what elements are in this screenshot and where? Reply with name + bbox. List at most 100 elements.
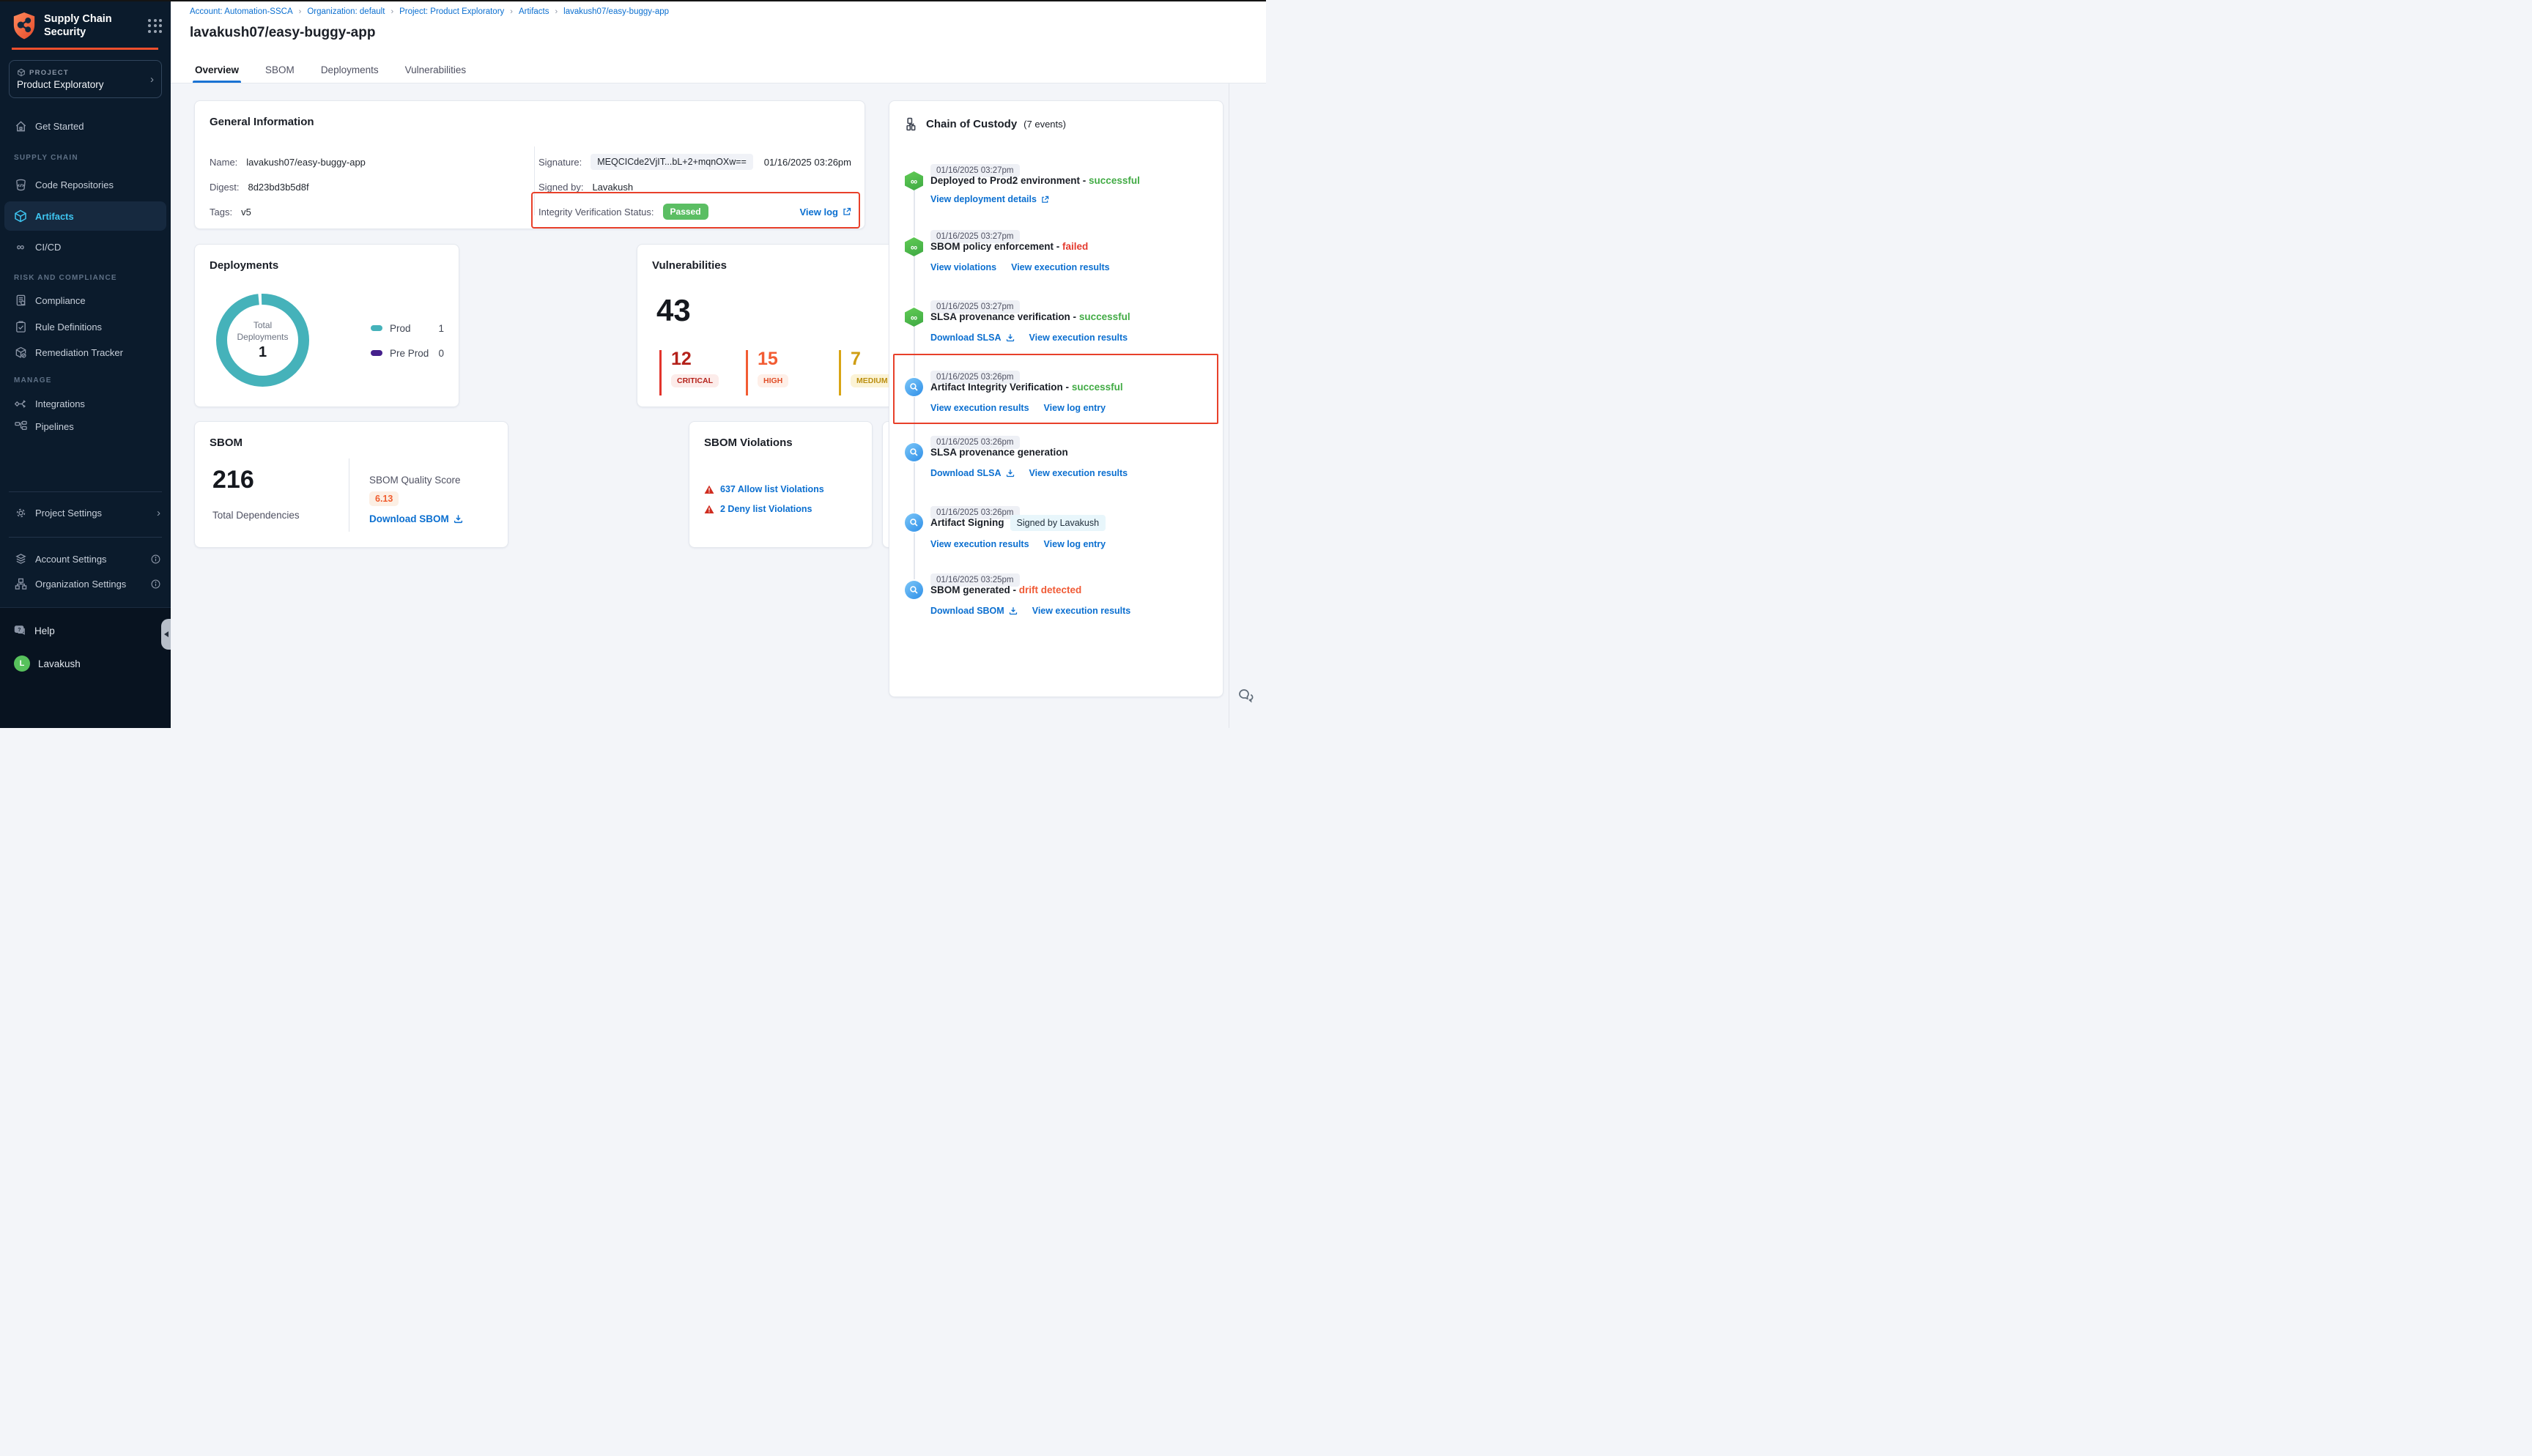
collapse-arrow-icon	[164, 631, 169, 637]
view-execution-results-link[interactable]: View execution results	[1029, 333, 1128, 343]
breadcrumb-link-organization[interactable]: Organization: default	[307, 7, 385, 16]
download-icon	[1006, 469, 1015, 478]
event-links: View execution results View log entry	[930, 539, 1106, 549]
tab-overview[interactable]: Overview	[193, 56, 241, 83]
chain-of-custody-icon	[906, 117, 919, 131]
pipeline-event-icon: ∞	[905, 171, 923, 190]
chat-support-button[interactable]	[1237, 684, 1259, 706]
project-name: Product Exploratory	[17, 79, 150, 90]
project-selector[interactable]: PROJECT Product Exploratory ›	[9, 60, 162, 98]
deny-list-violations-link[interactable]: 2 Deny list Violations	[720, 504, 812, 514]
sidebar-item-compliance[interactable]: Compliance	[0, 288, 171, 313]
sidebar: Supply Chain Security PROJECT Product Ex…	[0, 0, 171, 728]
view-execution-results-link[interactable]: View execution results	[930, 539, 1029, 549]
signature-value: MEQCICde2VjIT...bL+2+mqnOXw==	[591, 154, 753, 170]
download-slsa-link[interactable]: Download SLSA	[930, 468, 1015, 478]
sidebar-item-integrations[interactable]: Integrations	[0, 391, 171, 416]
scan-event-icon	[905, 581, 923, 600]
help-button[interactable]: ? Help	[0, 618, 171, 643]
event-links: Download SLSA View execution results	[930, 468, 1128, 478]
tab-deployments[interactable]: Deployments	[319, 56, 381, 83]
chain-of-custody-card: Chain of Custody (7 events) 01/16/2025 0…	[889, 100, 1224, 697]
logo-row: Supply Chain Security	[12, 12, 162, 40]
breadcrumb-link-artifacts[interactable]: Artifacts	[519, 7, 549, 16]
general-info-right: Signature: MEQCICde2VjIT...bL+2+mqnOXw==…	[538, 149, 851, 224]
tab-vulnerabilities[interactable]: Vulnerabilities	[403, 56, 469, 83]
sidebar-item-label: Get Started	[35, 121, 84, 132]
info-icon[interactable]	[151, 579, 160, 589]
view-log-entry-link[interactable]: View log entry	[1044, 403, 1106, 413]
timeline-connector	[914, 190, 915, 236]
brand-accent-divider	[12, 48, 158, 50]
preprod-swatch	[371, 350, 382, 356]
view-deployment-details-link[interactable]: View deployment details	[930, 194, 1049, 204]
download-sbom-link[interactable]: Download SBOM	[369, 513, 463, 524]
vulnerabilities-total: 43	[656, 293, 691, 328]
integrity-status-label: Integrity Verification Status:	[538, 207, 654, 218]
sidebar-item-rule-definitions[interactable]: Rule Definitions	[0, 314, 171, 339]
sidebar-item-cicd[interactable]: ∞ CI/CD	[0, 234, 171, 259]
download-slsa-link[interactable]: Download SLSA	[930, 333, 1015, 343]
svg-text:?: ?	[18, 626, 21, 632]
sidebar-item-remediation-tracker[interactable]: Remediation Tracker	[0, 340, 171, 365]
sidebar-item-organization-settings[interactable]: Organization Settings	[0, 571, 171, 596]
section-risk-and-compliance: RISK AND COMPLIANCE	[14, 274, 117, 282]
sidebar-item-code-repositories[interactable]: Code Repositories	[0, 172, 171, 197]
chevron-right-icon: ›	[150, 73, 154, 86]
sidebar-item-account-settings[interactable]: Account Settings	[0, 546, 171, 571]
digest-label: Digest:	[210, 182, 239, 193]
sidebar-item-label: CI/CD	[35, 242, 61, 253]
sidebar-footer: ? Help L Lavakush	[0, 607, 171, 728]
sidebar-item-label: Rule Definitions	[35, 322, 102, 333]
scan-event-icon	[905, 378, 923, 397]
section-supply-chain: SUPPLY CHAIN	[14, 154, 78, 162]
info-icon[interactable]	[151, 554, 160, 564]
sidebar-collapse-handle[interactable]	[161, 619, 171, 650]
sidebar-item-label: Compliance	[35, 295, 86, 306]
allow-list-violations-link[interactable]: 637 Allow list Violations	[720, 484, 824, 494]
sidebar-item-label: Artifacts	[35, 211, 74, 222]
event-title: SBOM policy enforcement - failed	[930, 241, 1088, 252]
cicd-infinity-icon: ∞	[14, 240, 27, 253]
event-links: View violations View execution results	[930, 262, 1110, 272]
download-sbom-link[interactable]: Download SBOM	[930, 606, 1018, 616]
card-title: SBOM	[210, 437, 243, 449]
breadcrumb-separator-icon: ›	[555, 7, 558, 16]
prod-swatch	[371, 325, 382, 331]
event-links: View execution results View log entry	[930, 403, 1106, 413]
sidebar-item-get-started[interactable]: Get Started	[0, 114, 171, 138]
app-root: Supply Chain Security PROJECT Product Ex…	[0, 0, 1266, 728]
event-status: drift detected	[1019, 584, 1082, 595]
main-area: Account: Automation-SSCA › Organization:…	[171, 0, 1266, 728]
event-title: SBOM generated - drift detected	[930, 584, 1081, 595]
sidebar-item-pipelines[interactable]: Pipelines	[0, 414, 171, 439]
view-execution-results-link[interactable]: View execution results	[930, 403, 1029, 413]
help-label: Help	[34, 625, 55, 636]
compliance-document-icon	[14, 294, 27, 307]
breadcrumb-link-account[interactable]: Account: Automation-SSCA	[190, 7, 293, 16]
warning-triangle-icon	[704, 505, 714, 514]
view-execution-results-link[interactable]: View execution results	[1032, 606, 1131, 616]
severity-badge: CRITICAL	[671, 374, 719, 387]
view-execution-results-link[interactable]: View execution results	[1011, 262, 1110, 272]
view-execution-results-link[interactable]: View execution results	[1029, 468, 1128, 478]
view-violations-link[interactable]: View violations	[930, 262, 996, 272]
module-grid-icon[interactable]	[148, 19, 162, 33]
view-log-entry-link[interactable]: View log entry	[1044, 539, 1106, 549]
avatar: L	[14, 655, 30, 672]
sidebar-item-artifacts[interactable]: Artifacts	[4, 201, 166, 231]
help-chat-icon: ?	[14, 625, 26, 637]
event-links: Download SLSA View execution results	[930, 333, 1128, 343]
tab-bar: Overview SBOM Deployments Vulnerabilitie…	[193, 56, 468, 83]
breadcrumb-link-project[interactable]: Project: Product Exploratory	[399, 7, 504, 16]
sbom-quality-score-badge: 6.13	[369, 491, 399, 506]
vertical-divider	[534, 146, 535, 215]
user-menu[interactable]: L Lavakush	[0, 651, 171, 676]
sbom-total-label: Total Dependencies	[212, 510, 300, 521]
breadcrumb-link-artifact-name[interactable]: lavakush07/easy-buggy-app	[563, 7, 669, 16]
tab-sbom[interactable]: SBOM	[263, 56, 297, 83]
view-log-link[interactable]: View log	[800, 207, 852, 218]
download-icon	[1006, 333, 1015, 342]
sidebar-item-project-settings[interactable]: Project Settings ›	[0, 500, 171, 525]
sidebar-item-label: Account Settings	[35, 554, 107, 565]
